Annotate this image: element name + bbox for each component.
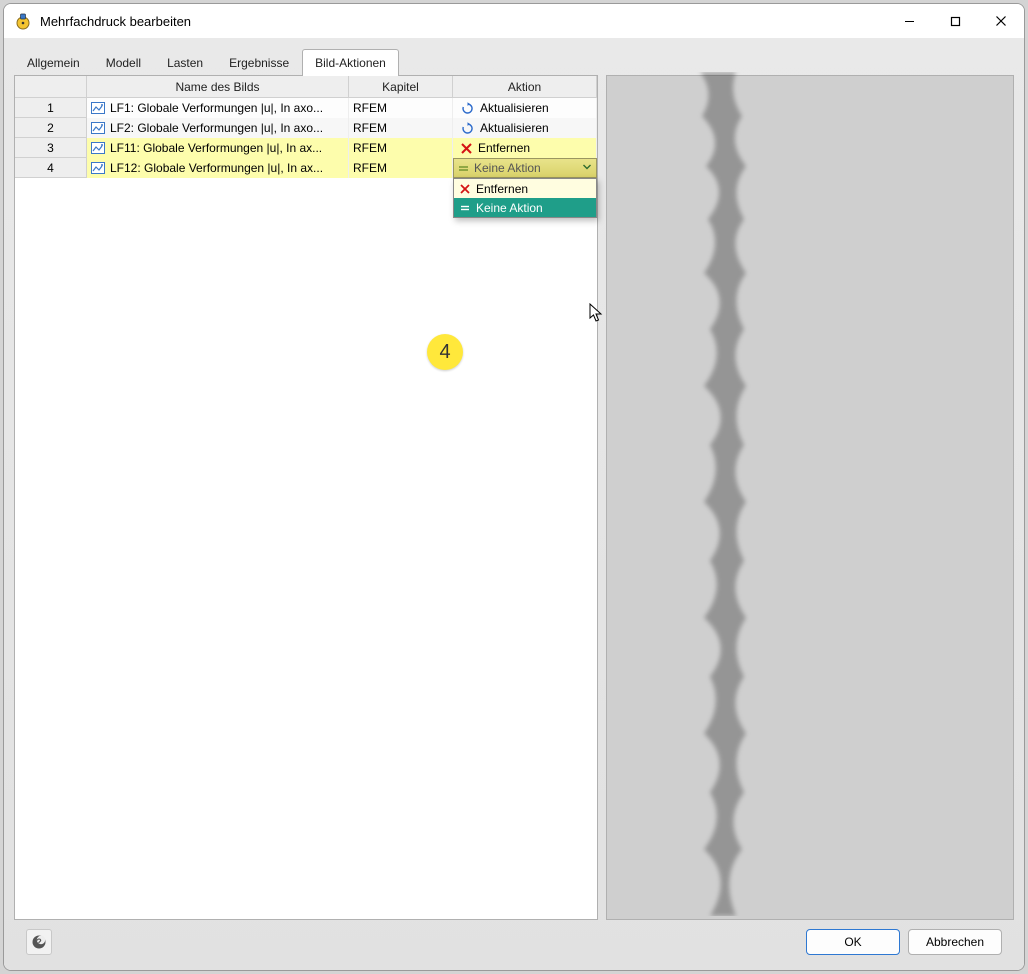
- tab-allgemein[interactable]: Allgemein: [14, 49, 93, 76]
- header-action[interactable]: Aktion: [453, 76, 597, 97]
- image-icon: [91, 142, 105, 154]
- client-area: Allgemein Modell Lasten Ergebnisse Bild-…: [4, 38, 1024, 970]
- row-name-cell: LF2: Globale Verformungen |u|, In axo...: [87, 118, 349, 138]
- table-row[interactable]: 2 LF2: Globale Verformungen |u|, In axo.…: [15, 118, 597, 138]
- row-number: 4: [15, 158, 87, 178]
- image-icon: [91, 122, 105, 134]
- row-action-label: Aktualisieren: [480, 121, 549, 135]
- remove-icon: [460, 184, 470, 194]
- app-icon: [14, 12, 32, 30]
- grid-panel: Name des Bilds Kapitel Aktion 1 LF1: Glo…: [14, 75, 598, 920]
- dropdown-item-keine-aktion[interactable]: Keine Aktion: [454, 198, 596, 217]
- no-action-icon: [458, 163, 469, 174]
- table-row[interactable]: 4 LF12: Globale Verformungen |u|, In ax.…: [15, 158, 597, 178]
- grid-header: Name des Bilds Kapitel Aktion: [15, 76, 597, 98]
- dropdown-item-label: Entfernen: [476, 182, 528, 196]
- tab-lasten[interactable]: Lasten: [154, 49, 216, 76]
- dropdown-menu: Entfernen Keine Aktion: [453, 178, 597, 218]
- image-icon: [91, 162, 105, 174]
- row-name-cell: LF11: Globale Verformungen |u|, In ax...: [87, 138, 349, 158]
- dialog-footer: ? OK Abbrechen: [14, 920, 1014, 964]
- row-number: 1: [15, 98, 87, 118]
- header-chapter[interactable]: Kapitel: [349, 76, 453, 97]
- grid-body: 1 LF1: Globale Verformungen |u|, In axo.…: [15, 98, 597, 178]
- row-action[interactable]: Aktualisieren: [453, 98, 597, 118]
- row-name-text: LF2: Globale Verformungen |u|, In axo...: [110, 121, 323, 135]
- dropdown-display[interactable]: Keine Aktion: [453, 158, 597, 178]
- refresh-icon: [461, 102, 474, 115]
- tab-bild-aktionen[interactable]: Bild-Aktionen: [302, 49, 399, 76]
- header-number[interactable]: [15, 76, 87, 97]
- row-number: 3: [15, 138, 87, 158]
- maximize-button[interactable]: [932, 4, 978, 38]
- row-chapter: RFEM: [349, 138, 453, 158]
- row-chapter: RFEM: [349, 118, 453, 138]
- dropdown-selected-text: Keine Aktion: [474, 161, 541, 175]
- help-button[interactable]: ?: [26, 929, 52, 955]
- tab-strip: Allgemein Modell Lasten Ergebnisse Bild-…: [14, 49, 1014, 76]
- ok-button[interactable]: OK: [806, 929, 900, 955]
- image-icon: [91, 102, 105, 114]
- callout-badge: 4: [427, 334, 463, 370]
- row-name-text: LF1: Globale Verformungen |u|, In axo...: [110, 101, 323, 115]
- minimize-button[interactable]: [886, 4, 932, 38]
- row-name-text: LF11: Globale Verformungen |u|, In ax...: [110, 141, 322, 155]
- row-action[interactable]: Aktualisieren: [453, 118, 597, 138]
- cancel-button[interactable]: Abbrechen: [908, 929, 1002, 955]
- preview-panel: [606, 75, 1014, 920]
- remove-icon: [461, 143, 472, 154]
- table-row[interactable]: 3 LF11: Globale Verformungen |u|, In ax.…: [15, 138, 597, 158]
- tab-modell[interactable]: Modell: [93, 49, 154, 76]
- row-chapter: RFEM: [349, 158, 453, 178]
- row-action[interactable]: Entfernen: [453, 138, 597, 158]
- row-number: 2: [15, 118, 87, 138]
- no-action-icon: [460, 203, 470, 213]
- row-name-cell: LF1: Globale Verformungen |u|, In axo...: [87, 98, 349, 118]
- close-button[interactable]: [978, 4, 1024, 38]
- dialog-window: Mehrfachdruck bearbeiten Allgemein Model…: [3, 3, 1025, 971]
- chevron-down-icon: [582, 161, 592, 175]
- tab-ergebnisse[interactable]: Ergebnisse: [216, 49, 302, 76]
- window-title: Mehrfachdruck bearbeiten: [40, 14, 191, 29]
- cursor-icon: [589, 303, 603, 326]
- row-name-cell: LF12: Globale Verformungen |u|, In ax...: [87, 158, 349, 178]
- svg-text:?: ?: [36, 937, 42, 947]
- header-name[interactable]: Name des Bilds: [87, 76, 349, 97]
- table-row[interactable]: 1 LF1: Globale Verformungen |u|, In axo.…: [15, 98, 597, 118]
- dropdown-item-entfernen[interactable]: Entfernen: [454, 179, 596, 198]
- dropdown-item-label: Keine Aktion: [476, 201, 543, 215]
- action-dropdown[interactable]: Keine Aktion Entfernen: [453, 158, 597, 178]
- row-name-text: LF12: Globale Verformungen |u|, In ax...: [110, 161, 323, 175]
- row-action-label: Entfernen: [478, 141, 530, 155]
- row-chapter: RFEM: [349, 98, 453, 118]
- refresh-icon: [461, 122, 474, 135]
- row-action-label: Aktualisieren: [480, 101, 549, 115]
- titlebar: Mehrfachdruck bearbeiten: [4, 4, 1024, 38]
- callout-badge-label: 4: [439, 341, 450, 364]
